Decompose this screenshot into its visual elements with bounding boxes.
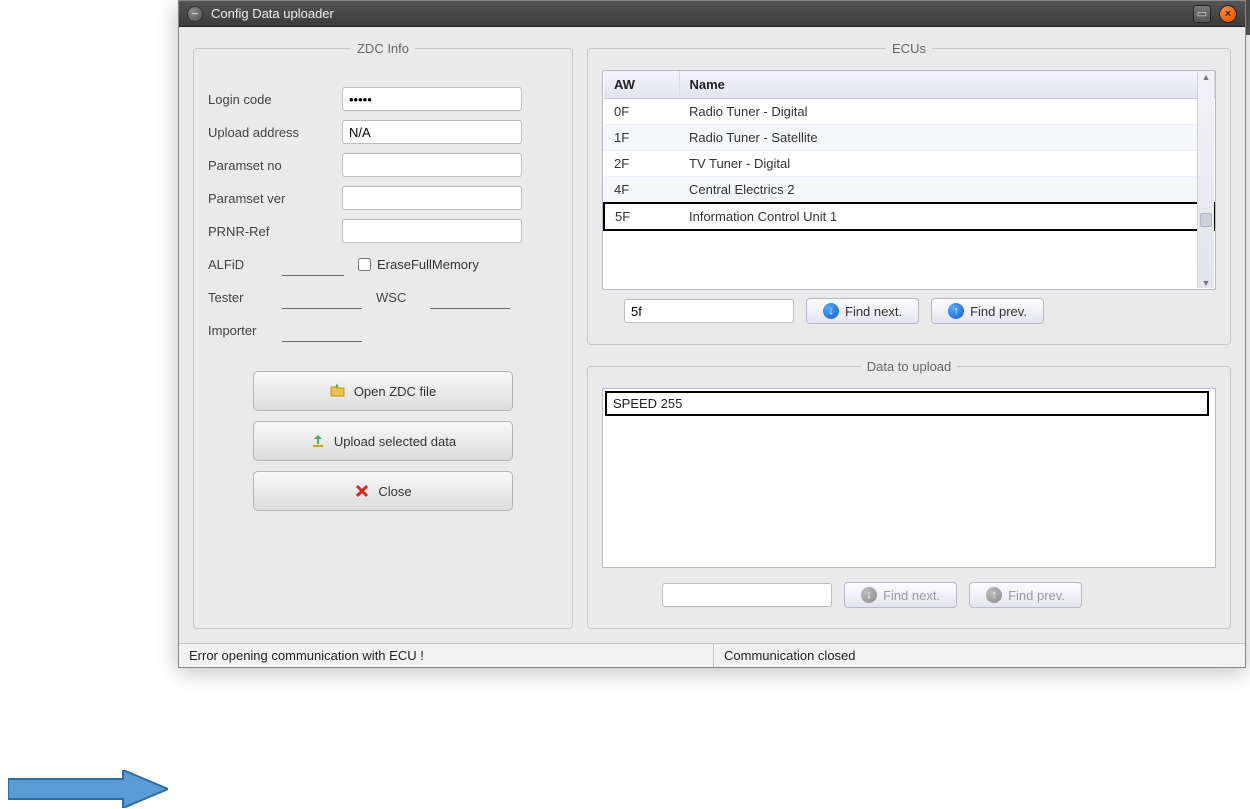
alfid-label: ALFiD [208, 257, 268, 272]
paramset-no-label: Paramset no [208, 158, 328, 173]
wsc-label: WSC [376, 290, 416, 305]
table-row[interactable]: 1FRadio Tuner - Satellite [604, 125, 1214, 151]
folder-open-icon [330, 383, 346, 399]
ecu-aw-cell: 2F [604, 151, 679, 177]
ecu-name-cell: Radio Tuner - Digital [679, 99, 1214, 125]
window-title: Config Data uploader [211, 6, 334, 21]
ecu-name-cell: TV Tuner - Digital [679, 151, 1214, 177]
open-zdc-file-button[interactable]: Open ZDC file [253, 371, 513, 411]
ecu-aw-cell: 4F [604, 177, 679, 204]
status-bar: Error opening communication with ECU ! C… [179, 643, 1245, 667]
ecu-aw-cell: 5F [604, 203, 679, 230]
annotation-arrow-icon [8, 770, 168, 808]
ecus-scrollbar[interactable]: ▲ ▼ [1197, 72, 1214, 288]
table-row[interactable]: 4FCentral Electrics 2 [604, 177, 1214, 204]
ecu-name-cell: Information Control Unit 1 [679, 203, 1214, 230]
login-code-label: Login code [208, 92, 328, 107]
importer-input[interactable] [282, 318, 362, 342]
ecus-col-name[interactable]: Name [679, 71, 1214, 99]
ecus-col-aw[interactable]: AW [604, 71, 679, 99]
scroll-thumb[interactable] [1200, 213, 1212, 227]
paramset-ver-label: Paramset ver [208, 191, 328, 206]
status-right: Communication closed [714, 644, 866, 667]
table-row[interactable]: 2FTV Tuner - Digital [604, 151, 1214, 177]
data-find-prev-button[interactable]: ↑ Find prev. [969, 582, 1082, 608]
status-left: Error opening communication with ECU ! [179, 644, 714, 667]
ecu-name-cell: Central Electrics 2 [679, 177, 1214, 204]
login-code-input[interactable] [342, 87, 522, 111]
data-search-input[interactable] [662, 583, 832, 607]
erase-full-memory-checkbox[interactable] [358, 258, 371, 271]
table-row[interactable]: 5FInformation Control Unit 1 [604, 203, 1214, 230]
zdc-info-legend: ZDC Info [351, 41, 415, 56]
zdc-info-panel: ZDC Info Login code Upload address Param… [193, 41, 573, 629]
importer-label: Importer [208, 323, 268, 338]
upload-address-label: Upload address [208, 125, 328, 140]
erase-full-memory-label: EraseFullMemory [377, 257, 479, 272]
alfid-input[interactable] [282, 252, 344, 276]
upload-address-input[interactable] [342, 120, 522, 144]
tester-input[interactable] [282, 285, 362, 309]
ecu-aw-cell: 1F [604, 125, 679, 151]
ecus-table[interactable]: AW Name 0FRadio Tuner - Digital1FRadio T… [603, 71, 1215, 231]
arrow-up-icon: ↑ [986, 587, 1002, 603]
close-window-button[interactable]: × [1219, 5, 1237, 23]
table-row[interactable]: 0FRadio Tuner - Digital [604, 99, 1214, 125]
minimize-button[interactable]: ▭ [1193, 5, 1211, 23]
ecu-aw-cell: 0F [604, 99, 679, 125]
wsc-input[interactable] [430, 285, 510, 309]
list-item[interactable]: SPEED 255 [605, 391, 1209, 416]
upload-icon [310, 433, 326, 449]
config-data-uploader-window: − Config Data uploader ▭ × ZDC Info Logi… [178, 0, 1246, 668]
close-icon [354, 483, 370, 499]
ecus-table-container: AW Name 0FRadio Tuner - Digital1FRadio T… [602, 70, 1216, 290]
ecus-legend: ECUs [886, 41, 932, 56]
ecus-find-next-button[interactable]: ↓ Find next. [806, 298, 919, 324]
arrow-down-icon: ↓ [823, 303, 839, 319]
prnr-ref-input[interactable] [342, 219, 522, 243]
paramset-ver-input[interactable] [342, 186, 522, 210]
titlebar[interactable]: − Config Data uploader ▭ × [179, 1, 1245, 27]
scroll-up-icon[interactable]: ▲ [1202, 72, 1211, 82]
arrow-up-icon: ↑ [948, 303, 964, 319]
tester-label: Tester [208, 290, 268, 305]
ecus-panel: ECUs AW Name 0FRadio Tuner - Digital1FRa… [587, 41, 1231, 345]
close-button[interactable]: Close [253, 471, 513, 511]
system-menu-icon[interactable]: − [187, 6, 203, 22]
arrow-down-icon: ↓ [861, 587, 877, 603]
data-to-upload-panel: Data to upload SPEED 255 ↓ Find next. ↑ … [587, 359, 1231, 629]
paramset-no-input[interactable] [342, 153, 522, 177]
data-find-next-button[interactable]: ↓ Find next. [844, 582, 957, 608]
prnr-ref-label: PRNR-Ref [208, 224, 328, 239]
data-to-upload-legend: Data to upload [861, 359, 958, 374]
data-to-upload-list[interactable]: SPEED 255 [602, 388, 1216, 568]
upload-selected-data-button[interactable]: Upload selected data [253, 421, 513, 461]
ecu-name-cell: Radio Tuner - Satellite [679, 125, 1214, 151]
ecus-search-input[interactable] [624, 299, 794, 323]
scroll-down-icon[interactable]: ▼ [1202, 278, 1211, 288]
ecus-find-prev-button[interactable]: ↑ Find prev. [931, 298, 1044, 324]
